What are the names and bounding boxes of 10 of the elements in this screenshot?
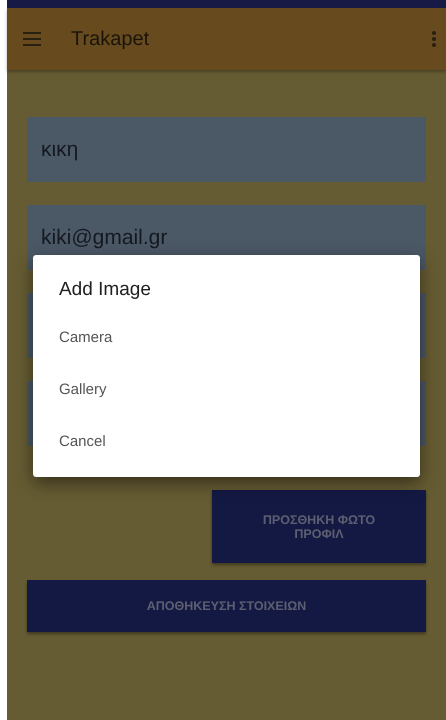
add-photo-button[interactable]: ΠΡΟΣΘΗΚΗ ΦΩΤΟ ΠΡΟΦΙΛ bbox=[212, 490, 426, 563]
app-title: Trakapet bbox=[71, 28, 150, 50]
dialog-option[interactable]: Gallery bbox=[33, 363, 420, 415]
dialog-option[interactable]: Camera bbox=[33, 311, 420, 363]
input-field[interactable]: κικη bbox=[27, 117, 426, 182]
save-button[interactable]: ΑΠΟΘΗΚΕΥΣΗ ΣΤΟΙΧΕΙΩΝ bbox=[27, 580, 426, 632]
dialog-title: Add Image bbox=[59, 279, 152, 301]
menu-icon[interactable] bbox=[23, 32, 41, 46]
dialog-option[interactable]: Cancel bbox=[33, 415, 420, 467]
more-options-icon[interactable] bbox=[432, 31, 436, 47]
